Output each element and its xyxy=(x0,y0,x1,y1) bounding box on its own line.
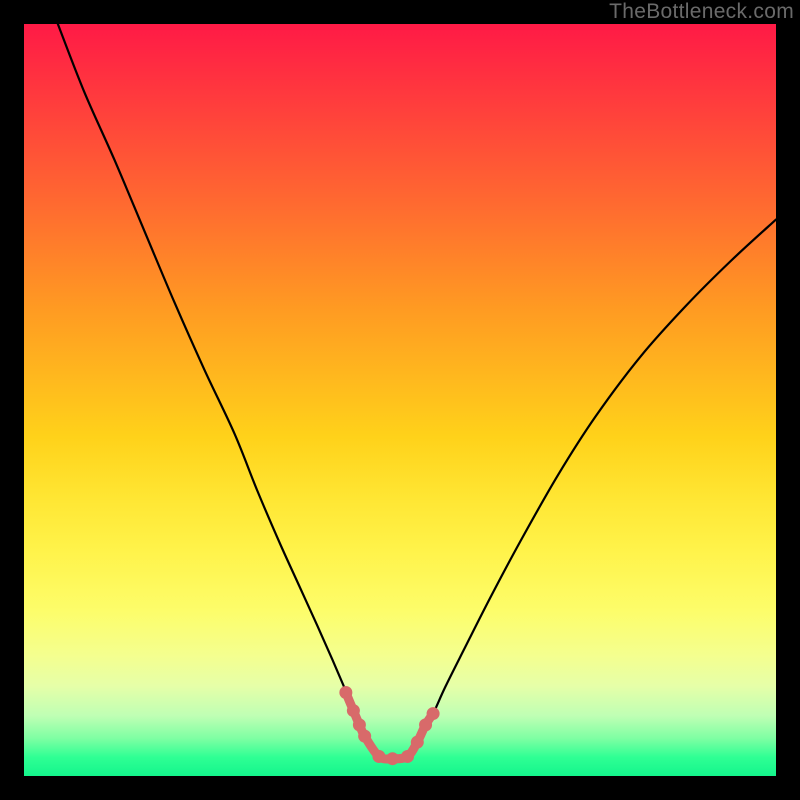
plot-area xyxy=(24,24,776,776)
bottleneck-curve xyxy=(58,24,776,759)
curve-layer xyxy=(24,24,776,776)
chart-frame: TheBottleneck.com xyxy=(0,0,800,800)
watermark-text: TheBottleneck.com xyxy=(609,0,794,24)
